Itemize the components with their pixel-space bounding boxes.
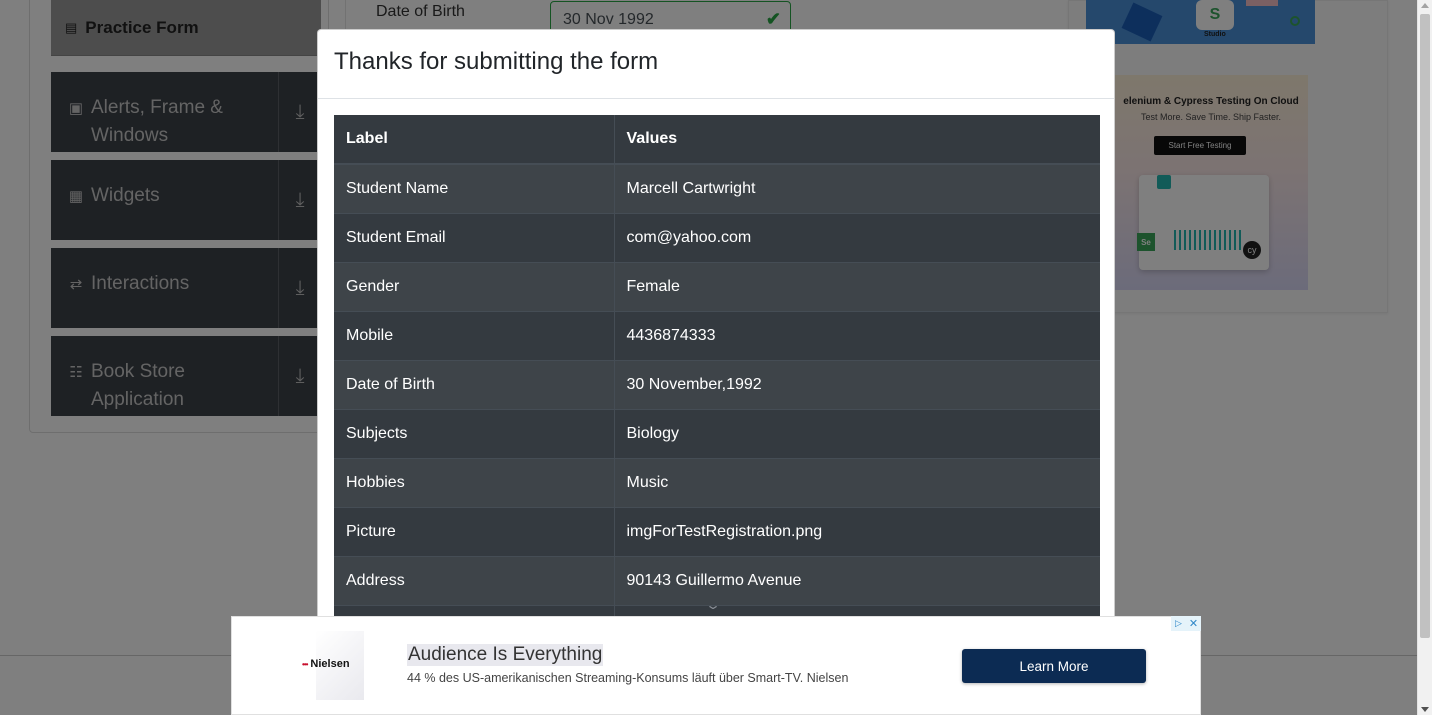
table-row: Student Name Marcell Cartwright — [334, 163, 1100, 213]
column-header-values: Values — [614, 115, 1100, 165]
nielsen-dots-icon: ••• — [302, 659, 308, 669]
chevron-down-icon: ⌄ — [704, 598, 722, 612]
scrollbar-thumb[interactable] — [1420, 14, 1430, 638]
learn-more-button[interactable]: Learn More — [962, 649, 1146, 683]
close-icon[interactable]: ✕ — [1186, 616, 1201, 631]
brand-name: Nielsen — [310, 658, 350, 670]
row-label: Address — [334, 555, 615, 605]
scroll-down-icon[interactable] — [1421, 707, 1429, 712]
nielsen-logo: ••• Nielsen — [302, 658, 350, 670]
table-row: Student Email com@yahoo.com — [334, 212, 1100, 262]
table-row: Hobbies Music — [334, 457, 1100, 507]
row-label: Subjects — [334, 408, 615, 458]
results-table: Label Values Student Name Marcell Cartwri… — [334, 115, 1100, 654]
modal-body: Label Values Student Name Marcell Cartwri… — [318, 99, 1114, 670]
ad-headline[interactable]: Audience Is Everything — [407, 644, 604, 666]
table-row: Gender Female — [334, 261, 1100, 311]
row-value: com@yahoo.com — [614, 212, 1100, 262]
row-value: Music — [614, 457, 1100, 507]
table-header-row: Label Values — [334, 115, 1100, 165]
scroll-up-icon[interactable] — [1421, 3, 1429, 8]
row-value: Biology — [614, 408, 1100, 458]
row-label: Gender — [334, 261, 615, 311]
row-value: 30 November,1992 — [614, 359, 1100, 409]
adchoices-icon[interactable]: ▷ — [1171, 616, 1186, 631]
row-label: Student Email — [334, 212, 615, 262]
row-label: Student Name — [334, 163, 615, 213]
table-row: Mobile 4436874333 — [334, 310, 1100, 360]
modal-title: Thanks for submitting the form — [334, 48, 659, 75]
table-row: Date of Birth 30 November,1992 — [334, 359, 1100, 409]
table-row: Subjects Biology — [334, 408, 1100, 458]
row-label: Picture — [334, 506, 615, 556]
row-label: Hobbies — [334, 457, 615, 507]
column-header-label: Label — [334, 115, 615, 165]
row-value: imgForTestRegistration.png — [614, 506, 1100, 556]
row-value: 90143 Guillermo Avenue — [614, 555, 1100, 605]
row-value: Marcell Cartwright — [614, 163, 1100, 213]
ad-subtext: 44 % des US-amerikanischen Streaming-Kon… — [407, 671, 849, 685]
submission-modal: Thanks for submitting the form Label Val… — [317, 29, 1115, 715]
bottom-ad-banner[interactable]: ••• Nielsen Audience Is Everything 44 % … — [231, 616, 1201, 715]
row-label: Date of Birth — [334, 359, 615, 409]
row-label: Mobile — [334, 310, 615, 360]
modal-header: Thanks for submitting the form — [318, 30, 1114, 99]
table-row: Picture imgForTestRegistration.png — [334, 506, 1100, 556]
page-scrollbar[interactable] — [1417, 0, 1432, 715]
row-value: 4436874333 — [614, 310, 1100, 360]
row-value: Female — [614, 261, 1100, 311]
